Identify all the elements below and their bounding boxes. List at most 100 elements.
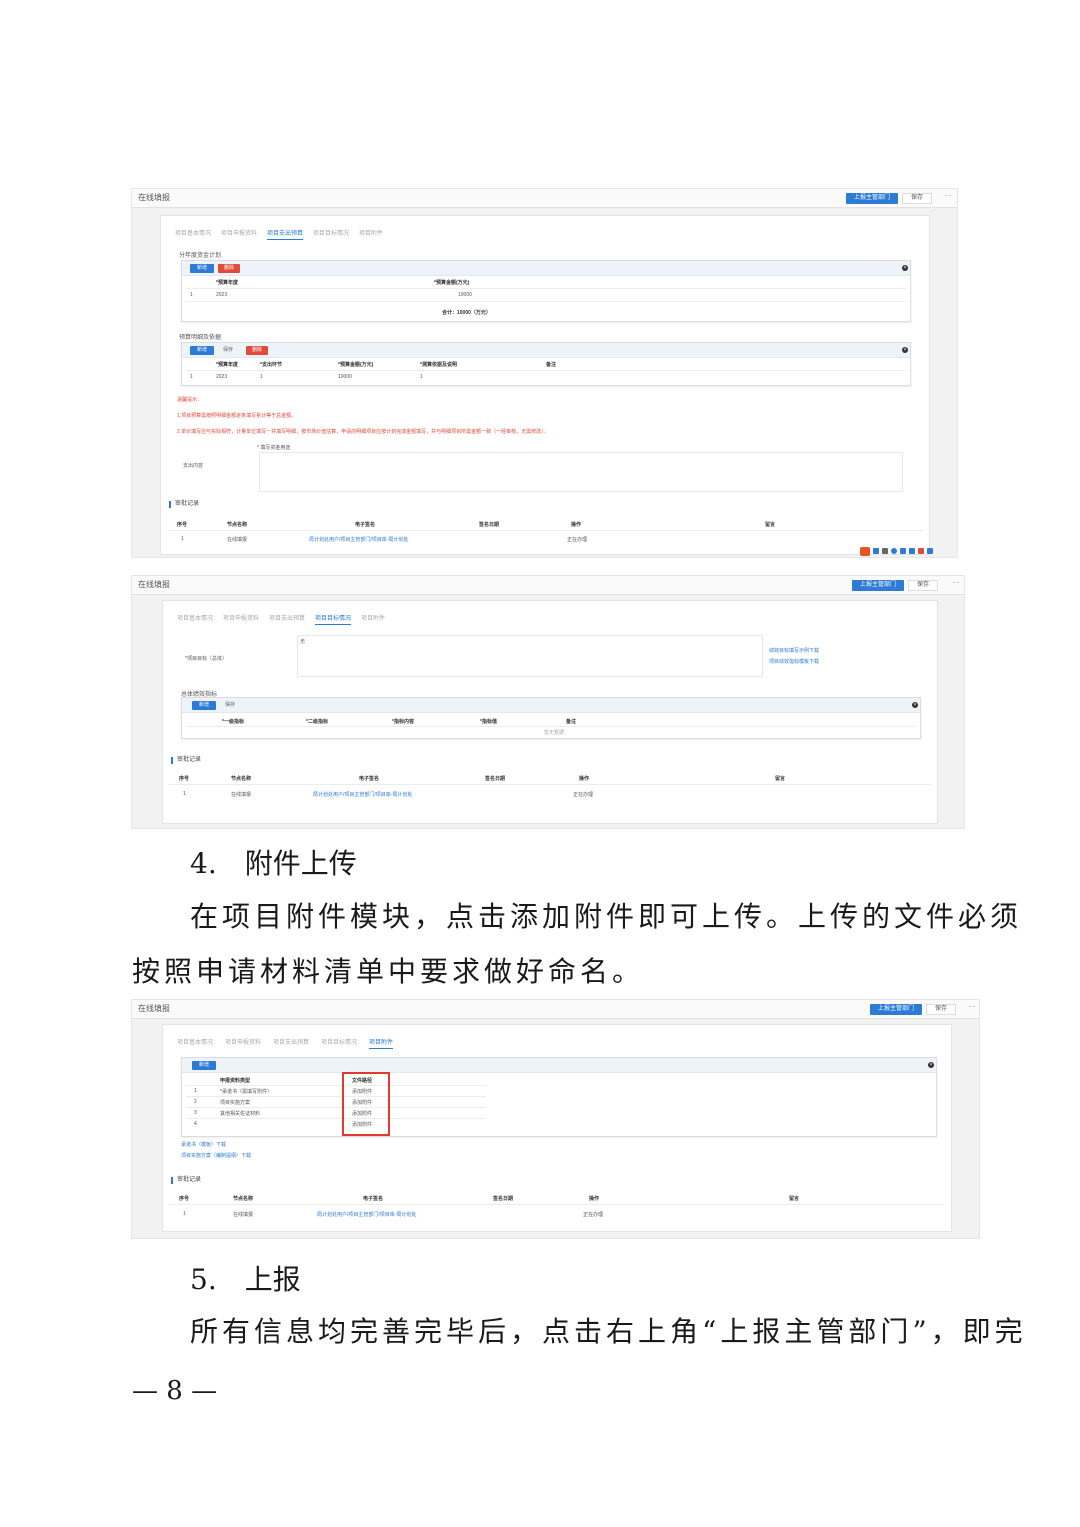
audit-node: 在线填报 [231,792,252,798]
tab-attachments[interactable]: 项目附件 [359,228,383,237]
audit-header: 电子签名 [359,776,380,782]
report-button[interactable]: 上报主管部门 [870,1004,922,1015]
ime-toolbar [860,546,956,556]
more-icon[interactable]: ··· [952,578,960,587]
audit-signature[interactable]: 局计划处用户/项目主管部门/项目库-局计划处 [317,1211,416,1218]
ime-icon [909,548,915,554]
save-button[interactable]: 保存 [902,193,932,204]
template-download-link[interactable]: 承诺书（模板）下载 [181,1141,226,1148]
ime-icon [918,548,924,554]
audit-signature[interactable]: 局计划处用户/项目主管部门/项目库-局计划处 [309,536,408,543]
audit-section-title: 审批记录 [169,501,199,508]
column-header: *指标内容 [392,719,414,725]
audit-header: 操作 [579,776,590,782]
table-toolbar [182,261,910,276]
cell-basis[interactable]: 1 [420,374,423,380]
tab-budget[interactable]: 项目支出预算 [267,228,304,240]
tab-budget[interactable]: 项目支出预算 [273,1037,309,1046]
window-title: 在线填报 [138,1004,170,1013]
download-link[interactable]: 项目绩效指标模板下载 [769,658,819,665]
row-index: 4 [194,1121,197,1127]
main-panel: 项目基本情况 项目申报资料 项目支出预算 项目目标情况 项目附件 新增 × 申报… [162,1024,952,1232]
table-toolbar [182,698,920,713]
total-label: 合计：10000（万元） [442,310,491,316]
audit-index: 1 [183,1211,186,1217]
add-button[interactable]: 新增 [190,264,214,273]
table-toolbar [182,343,910,358]
audit-header: 序号 [179,776,190,782]
close-icon[interactable]: × [902,265,908,271]
template-download-link[interactable]: 项目实施方案（编制提纲）下载 [181,1152,251,1159]
main-panel: 项目基本情况 项目申报资料 项目支出预算 项目目标情况 项目附件 分年度资金计划… [160,215,930,555]
delete-button[interactable]: 删除 [246,346,268,355]
material-type: *承诺书（需填写附件） [220,1089,272,1095]
download-link[interactable]: 绩效目标填写示例下载 [769,647,819,654]
save-small-button[interactable]: 保存 [220,701,240,710]
save-button[interactable]: 保存 [908,580,938,591]
window-topbar: 在线填报 上报主管部门 保存 ··· [132,1000,979,1019]
cell-amount[interactable]: 10000 [338,374,352,380]
tab-budget[interactable]: 项目支出预算 [269,613,305,622]
material-type: 项目实施方案 [220,1100,251,1106]
column-header: 申报资料类型 [220,1078,251,1084]
save-button[interactable]: 保存 [926,1004,956,1015]
tab-materials[interactable]: 项目申报资料 [221,228,257,237]
more-icon[interactable]: ··· [944,191,952,200]
section4-body-line2: 按照申请材料清单中要求做好命名。 [132,955,645,988]
cell-year[interactable]: 2023 [216,374,227,380]
audit-header: 留言 [789,1196,800,1202]
audit-header: 节点名称 [231,776,252,782]
audit-signature[interactable]: 局计划处用户/项目主管部门/项目库-局计划处 [313,791,412,798]
goal-textarea[interactable]: 无 [297,635,763,677]
delete-button[interactable]: 删除 [218,264,240,273]
warning-line: 2.单价填写应与实际相符，计量单位填写一并填写明细，按市场价值估算，申请的明细项… [177,429,549,435]
report-button[interactable]: 上报主管部门 [852,580,904,591]
report-button[interactable]: 上报主管部门 [846,193,898,204]
tab-goals[interactable]: 项目目标情况 [313,228,349,237]
expense-textarea[interactable] [259,452,903,492]
row-index: 1 [190,292,193,298]
fund-plan-table: 新增 删除 × *预算年度 *预算金额(万元) 1 2023 10000 合计：… [181,260,911,322]
tab-attachments[interactable]: 项目附件 [369,1037,394,1049]
audit-node: 在线填报 [227,537,248,543]
close-icon[interactable]: × [902,347,908,353]
tab-goals[interactable]: 项目目标情况 [321,1037,357,1046]
window-title: 在线填报 [138,580,170,589]
audit-header: 序号 [177,522,188,528]
audit-action: 正在办理 [567,537,588,543]
audit-header: 电子签名 [355,522,376,528]
column-header: *预算金额(万元) [338,362,374,368]
audit-header: 节点名称 [233,1196,254,1202]
tab-basic-info[interactable]: 项目基本情况 [175,228,211,237]
save-small-button[interactable]: 保存 [218,346,238,355]
tab-goals[interactable]: 项目目标情况 [315,613,352,625]
more-icon[interactable]: ··· [968,1002,976,1011]
add-button[interactable]: 新增 [192,1061,216,1070]
add-button[interactable]: 新增 [192,701,216,710]
cell-amount[interactable]: 10000 [458,292,472,298]
empty-text: 暂无数据 [544,730,565,736]
tab-basic-info[interactable]: 项目基本情况 [177,613,213,622]
ime-icon [900,548,906,554]
row-index: 2 [194,1099,197,1105]
warning-title: 温馨提示： [177,397,203,403]
section5-body-line1: 所有信息均完善完毕后，点击右上角“上报主管部门”，即完 [190,1315,1027,1348]
column-header: 备注 [566,719,577,725]
row-index: 1 [194,1088,197,1094]
close-icon[interactable]: × [912,702,918,708]
column-header: *预算年度 [216,280,238,286]
tab-attachments[interactable]: 项目附件 [361,613,385,622]
cell-stage[interactable]: 1 [260,374,263,380]
tab-materials[interactable]: 项目申报资料 [223,613,259,622]
audit-node: 在线填报 [233,1212,254,1218]
tab-materials[interactable]: 项目申报资料 [225,1037,261,1046]
main-panel: 项目基本情况 项目申报资料 项目支出预算 项目目标情况 项目附件 *项目目标（总… [162,600,938,824]
cell-year[interactable]: 2023 [216,292,227,298]
tab-basic-info[interactable]: 项目基本情况 [177,1037,213,1046]
close-icon[interactable]: × [928,1062,934,1068]
audit-header: 操作 [571,522,582,528]
fund-plan-title: 分年度资金计划 [179,253,222,259]
add-button[interactable]: 新增 [190,346,214,355]
goal-value: 无 [300,639,306,645]
ime-icon [882,548,888,554]
